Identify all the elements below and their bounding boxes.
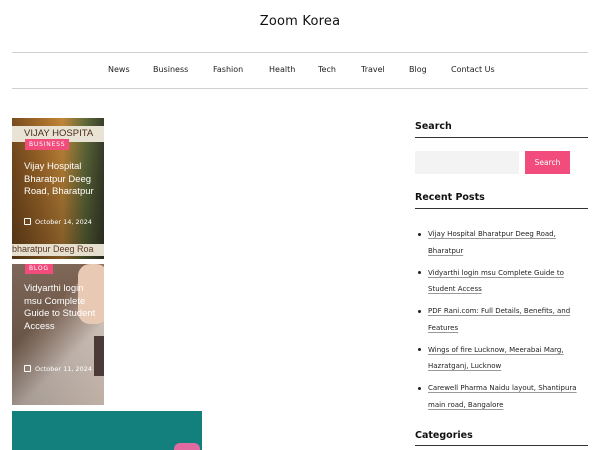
widget-divider (415, 445, 588, 446)
post-card[interactable]: BLOG Vidyarthi login msu Complete Guide … (12, 264, 104, 405)
recent-post-link[interactable]: Carewell Pharma Naidu layout, Shantipura… (428, 384, 577, 409)
search-button[interactable]: Search (525, 151, 570, 174)
widget-divider (415, 208, 588, 209)
recent-post-item: Vijay Hospital Bharatpur Deeg Road, Bhar… (418, 226, 590, 259)
site-title[interactable]: Zoom Korea (0, 14, 600, 29)
post-title[interactable]: Vidyarthi login msu Complete Guide to St… (24, 283, 102, 333)
recent-post-link[interactable]: Vidyarthi login msu Complete Guide to St… (428, 269, 564, 294)
nav-item-contact-us[interactable]: Contact Us (451, 65, 495, 74)
header-divider-top (12, 52, 588, 53)
widget-divider (415, 137, 588, 138)
nav-item-health[interactable]: Health (269, 65, 295, 74)
search-input[interactable] (415, 151, 519, 174)
nav-item-blog[interactable]: Blog (409, 65, 427, 74)
categories-title: Categories (415, 430, 473, 441)
recent-post-link[interactable]: Wings of fire Lucknow, Meerabai Marg, Ha… (428, 346, 564, 371)
post-date: October 11, 2024 (24, 361, 98, 377)
post-image-sign-text: VIJAY HOSPITA (24, 128, 94, 139)
post-image-sign: bharatpur Deeg Roa (12, 244, 104, 256)
recent-posts-title: Recent Posts (415, 192, 485, 203)
recent-post-item: Carewell Pharma Naidu layout, Shantipura… (418, 380, 590, 413)
post-image-sign-text: bharatpur Deeg Roa (12, 244, 94, 254)
post-date-text: October 14, 2024 (35, 218, 93, 226)
post-thumbnail (174, 443, 200, 450)
recent-post-link[interactable]: Vijay Hospital Bharatpur Deeg Road, Bhar… (428, 230, 556, 255)
main-navigation: News Business Fashion Health Tech Travel… (0, 65, 600, 77)
recent-post-item: Vidyarthi login msu Complete Guide to St… (418, 265, 590, 298)
nav-item-business[interactable]: Business (153, 65, 188, 74)
recent-post-item: Wings of fire Lucknow, Meerabai Marg, Ha… (418, 342, 590, 375)
post-date-text: October 11, 2024 (35, 365, 93, 373)
nav-item-travel[interactable]: Travel (361, 65, 385, 74)
search-widget-title: Search (415, 121, 452, 132)
category-badge[interactable]: BUSINESS (25, 139, 70, 150)
nav-item-news[interactable]: News (108, 65, 130, 74)
nav-item-fashion[interactable]: Fashion (213, 65, 243, 74)
category-badge[interactable]: BLOG (25, 264, 53, 274)
header-divider-bottom (12, 88, 588, 89)
post-title[interactable]: Vijay Hospital Bharatpur Deeg Road, Bhar… (24, 161, 102, 199)
calendar-icon (24, 218, 31, 225)
calendar-icon (24, 365, 31, 372)
recent-post-item: PDF Rani.com: Full Details, Benefits, an… (418, 303, 590, 336)
post-card[interactable]: VIJAY HOSPITA bharatpur Deeg Roa BUSINES… (12, 118, 104, 259)
post-date: October 14, 2024 (24, 214, 98, 230)
recent-posts-list: Vijay Hospital Bharatpur Deeg Road, Bhar… (418, 226, 590, 419)
recent-post-link[interactable]: PDF Rani.com: Full Details, Benefits, an… (428, 307, 570, 332)
post-card[interactable] (12, 411, 202, 450)
nav-item-tech[interactable]: Tech (318, 65, 336, 74)
